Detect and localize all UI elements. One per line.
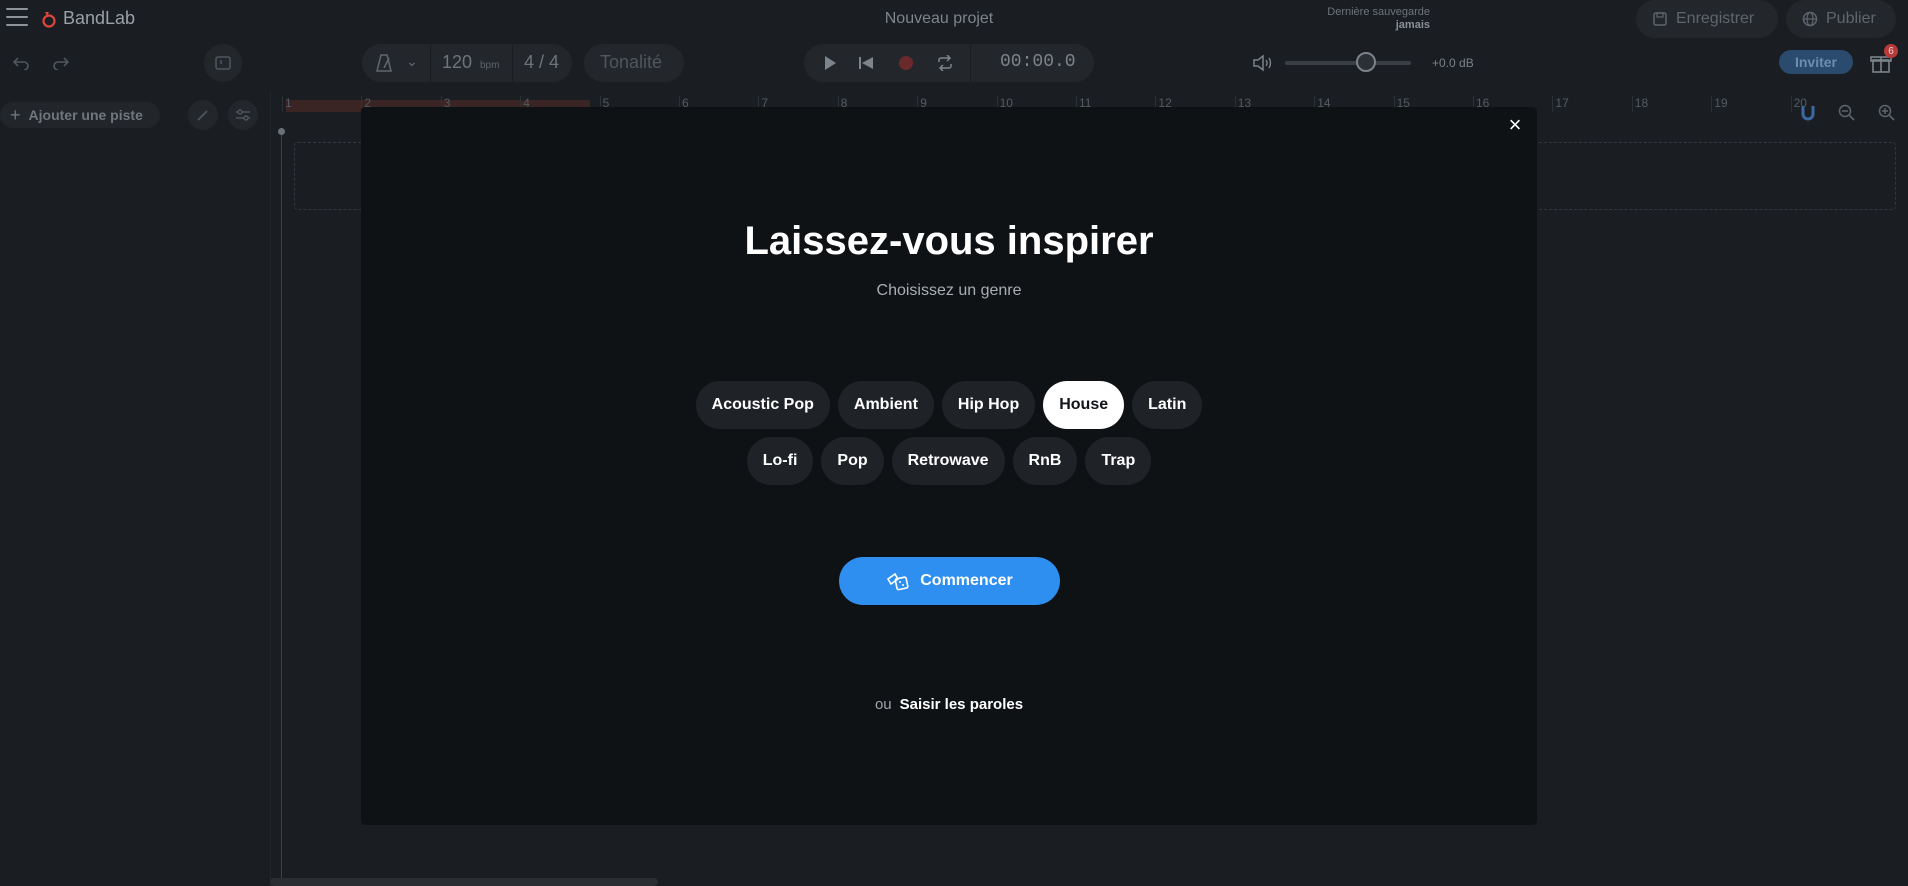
genre-chip-lo-fi[interactable]: Lo-fi (746, 437, 814, 485)
ruler-measure-number: 19 (1714, 96, 1728, 110)
time-readout: 00:00.0 (1000, 52, 1076, 72)
zoom-out-icon[interactable] (1838, 104, 1856, 122)
save-icon (1653, 12, 1667, 26)
publish-label: Publier (1826, 10, 1876, 27)
ruler-tick (282, 96, 283, 112)
magic-wand-button[interactable] (188, 100, 218, 130)
panel-divider (270, 90, 271, 886)
ruler-tick (1552, 96, 1554, 112)
ruler-tick (1631, 96, 1633, 112)
volume-db-readout: +0.0 dB (1432, 56, 1474, 70)
loop-icon[interactable] (936, 55, 954, 71)
record-icon[interactable] (898, 55, 914, 71)
notification-badge: 6 (1884, 44, 1898, 58)
genre-chip-acoustic-pop[interactable]: Acoustic Pop (695, 381, 830, 429)
inspiration-modal: × Laissez-vous inspirer Choisissez un ge… (361, 107, 1537, 825)
play-icon[interactable] (822, 55, 838, 71)
genre-chip-rnb[interactable]: RnB (1012, 437, 1078, 485)
genre-row: Lo-fi Pop Retrowave RnB Trap (361, 437, 1537, 485)
metronome-icon[interactable] (376, 54, 392, 72)
playhead-line[interactable] (281, 128, 282, 886)
last-saved-label: Dernière sauvegarde (1327, 6, 1430, 18)
volume-icon[interactable] (1252, 54, 1274, 72)
top-bar: BandLab Nouveau projet Dernière sauvegar… (0, 0, 1908, 38)
ruler-measure-number: 18 (1634, 96, 1649, 110)
undo-icon[interactable] (4, 46, 38, 80)
save-label: Enregistrer (1676, 10, 1755, 27)
add-track-label: Ajouter une piste (28, 107, 143, 123)
key-label: Tonalité (600, 52, 663, 72)
genre-chip-pop[interactable]: Pop (821, 437, 884, 485)
playhead-handle[interactable] (278, 128, 285, 135)
plus-icon: + (10, 104, 21, 125)
last-saved-value: jamais (1395, 19, 1430, 31)
ruler-tick (1711, 96, 1713, 112)
volume-slider-knob[interactable] (1356, 52, 1376, 72)
modal-title: Laissez-vous inspirer (744, 219, 1154, 263)
key-button[interactable]: Tonalité (584, 44, 684, 82)
bpm-value[interactable]: 120 (442, 52, 472, 73)
window-icon (215, 56, 231, 70)
loop-region-button[interactable] (204, 44, 242, 82)
volume-slider[interactable] (1285, 61, 1411, 65)
globe-icon (1802, 11, 1818, 27)
start-button[interactable]: Commencer (839, 557, 1060, 605)
ruler-measure-number: 1 (285, 96, 292, 110)
track-options-button[interactable] (228, 100, 258, 130)
bpm-unit: bpm (480, 60, 500, 71)
skip-back-icon[interactable] (858, 55, 874, 71)
project-title[interactable]: Nouveau projet (0, 10, 1878, 28)
tempo-group: ⌄ 120 bpm 4 / 4 (362, 44, 572, 82)
horizontal-scrollbar[interactable] (270, 878, 658, 886)
genre-chip-retrowave[interactable]: Retrowave (891, 437, 1005, 485)
genre-chip-latin[interactable]: Latin (1132, 381, 1203, 429)
toolbar: ⌄ 120 bpm 4 / 4 Tonalité 00:00.0 +0.0 dB… (0, 44, 1908, 82)
mixer-icon (236, 109, 250, 121)
close-icon[interactable]: × (1505, 114, 1525, 136)
chevron-down-icon[interactable]: ⌄ (406, 53, 418, 70)
wand-icon (197, 110, 208, 121)
ruler-tick (1790, 96, 1792, 112)
add-track-button[interactable]: + Ajouter une piste (0, 102, 160, 128)
genre-chip-hip-hop[interactable]: Hip Hop (941, 381, 1036, 429)
time-signature[interactable]: 4 / 4 (524, 52, 559, 73)
zoom-in-icon[interactable] (1878, 104, 1896, 122)
publish-button[interactable]: Publier (1786, 0, 1896, 38)
genre-row: Acoustic Pop Ambient Hip Hop House Latin (361, 381, 1537, 429)
modal-subtitle: Choisissez un genre (876, 282, 1022, 299)
genre-chip-trap[interactable]: Trap (1085, 437, 1152, 485)
enter-lyrics-link[interactable]: Saisir les paroles (900, 696, 1023, 713)
start-label: Commencer (920, 572, 1013, 589)
snap-magnet-icon[interactable] (1800, 104, 1816, 122)
ruler-measure-number: 17 (1555, 96, 1569, 110)
last-saved-info: Dernière sauvegarde jamais (1327, 6, 1430, 32)
invite-button[interactable]: Inviter (1779, 50, 1853, 74)
redo-icon[interactable] (44, 46, 78, 80)
lyrics-alternative: ou Saisir les paroles (361, 696, 1537, 713)
genre-chip-ambient[interactable]: Ambient (837, 381, 934, 429)
save-button[interactable]: Enregistrer (1636, 0, 1778, 38)
genre-chip-house[interactable]: House (1043, 381, 1125, 429)
dice-icon (887, 572, 909, 591)
or-label: ou (874, 696, 892, 713)
